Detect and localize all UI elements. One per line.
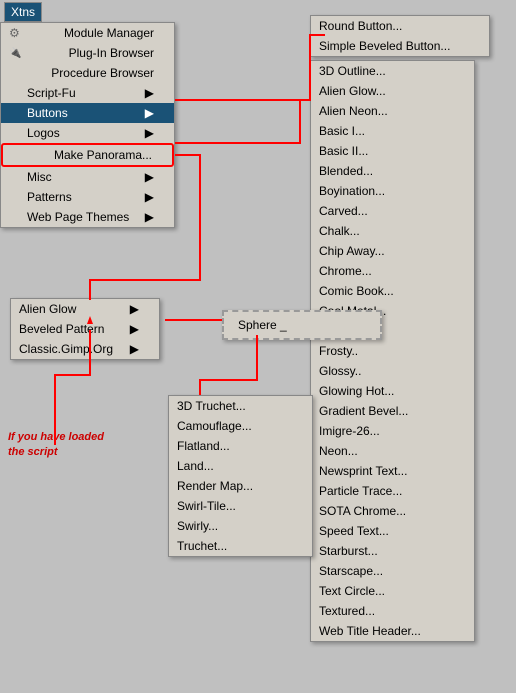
comic-book-item[interactable]: Comic Book...: [311, 281, 474, 301]
swirly-item[interactable]: Swirly...: [169, 516, 312, 536]
buttons-arrow: ▶: [145, 106, 154, 120]
chrome-item[interactable]: Chrome...: [311, 261, 474, 281]
beveled-pattern-item[interactable]: Beveled Pattern ▶: [11, 319, 159, 339]
speed-text-item[interactable]: Speed Text...: [311, 521, 474, 541]
annotation-text: If you have loaded the script: [8, 430, 104, 461]
buttons-submenu: Round Button... Simple Beveled Button...: [310, 15, 490, 57]
starscape-item[interactable]: Starscape...: [311, 561, 474, 581]
classic-gimp-org-arrow: ▶: [130, 342, 139, 356]
web-page-themes-arrow: ▶: [145, 210, 154, 224]
glossy-item[interactable]: Glossy..: [311, 361, 474, 381]
chip-away-item[interactable]: Chip Away...: [311, 241, 474, 261]
misc-item[interactable]: Misc ▶: [1, 167, 174, 187]
basic-i-item[interactable]: Basic I...: [311, 121, 474, 141]
web-title-header-item[interactable]: Web Title Header...: [311, 621, 474, 641]
sota-chrome-item[interactable]: SOTA Chrome...: [311, 501, 474, 521]
render-map-item[interactable]: Render Map...: [169, 476, 312, 496]
basic-ii-item[interactable]: Basic II...: [311, 141, 474, 161]
alien-glow-sub-item[interactable]: Alien Glow ▶: [11, 299, 159, 319]
swirl-tile-item[interactable]: Swirl-Tile...: [169, 496, 312, 516]
neon-item[interactable]: Neon...: [311, 441, 474, 461]
classic-gimp-org-item[interactable]: Classic.Gimp.Org ▶: [11, 339, 159, 359]
procedure-browser-item[interactable]: Procedure Browser: [1, 63, 174, 83]
beveled-pattern-arrow: ▶: [130, 322, 139, 336]
alien-glow-item[interactable]: Alien Glow...: [311, 81, 474, 101]
sphere-button[interactable]: Sphere _: [224, 312, 301, 338]
misc-arrow: ▶: [145, 170, 154, 184]
imigre-26-item[interactable]: Imigre-26...: [311, 421, 474, 441]
sphere-button-container: Sphere _: [222, 310, 382, 340]
carved-item[interactable]: Carved...: [311, 201, 474, 221]
logos-item[interactable]: Logos ▶: [1, 123, 174, 143]
land-item[interactable]: Land...: [169, 456, 312, 476]
make-panorama-item[interactable]: Make Panorama...: [1, 143, 174, 167]
glowing-hot-item[interactable]: Glowing Hot...: [311, 381, 474, 401]
round-button-item[interactable]: Round Button...: [311, 16, 489, 36]
xtns-menu[interactable]: Xtns: [4, 2, 42, 22]
textured-item[interactable]: Textured...: [311, 601, 474, 621]
gradient-bevel-item[interactable]: Gradient Bevel...: [311, 401, 474, 421]
module-manager-icon: ⚙: [9, 26, 27, 40]
3d-truchet-item[interactable]: 3D Truchet...: [169, 396, 312, 416]
boyination-item[interactable]: Boyination...: [311, 181, 474, 201]
chalk-item[interactable]: Chalk...: [311, 221, 474, 241]
main-dropdown: ⚙ Module Manager 🔌 Plug-In Browser Proce…: [0, 22, 175, 228]
scripts-menu: 3D Outline... Alien Glow... Alien Neon..…: [310, 60, 475, 642]
particle-trace-item[interactable]: Particle Trace...: [311, 481, 474, 501]
blended-item[interactable]: Blended...: [311, 161, 474, 181]
simple-beveled-button-item[interactable]: Simple Beveled Button...: [311, 36, 489, 56]
script-fu-arrow: ▶: [145, 86, 154, 100]
3d-outline-item[interactable]: 3D Outline...: [311, 61, 474, 81]
plugin-browser-item[interactable]: 🔌 Plug-In Browser: [1, 43, 174, 63]
starburst-item[interactable]: Starburst...: [311, 541, 474, 561]
newsprint-text-item[interactable]: Newsprint Text...: [311, 461, 474, 481]
buttons-item[interactable]: Buttons ▶: [1, 103, 174, 123]
patterns-arrow: ▶: [145, 190, 154, 204]
misc-submenu: 3D Truchet... Camouflage... Flatland... …: [168, 395, 313, 557]
plugin-browser-icon: 🔌: [9, 48, 27, 59]
patterns-item[interactable]: Patterns ▶: [1, 187, 174, 207]
alien-neon-item[interactable]: Alien Neon...: [311, 101, 474, 121]
camouflage-item[interactable]: Camouflage...: [169, 416, 312, 436]
logos-arrow: ▶: [145, 126, 154, 140]
script-fu-item[interactable]: Script-Fu ▶: [1, 83, 174, 103]
flatland-item[interactable]: Flatland...: [169, 436, 312, 456]
alien-glow-arrow: ▶: [130, 302, 139, 316]
frosty-item[interactable]: Frosty..: [311, 341, 474, 361]
alien-submenu: Alien Glow ▶ Beveled Pattern ▶ Classic.G…: [10, 298, 160, 360]
truchet-item[interactable]: Truchet...: [169, 536, 312, 556]
text-circle-item[interactable]: Text Circle...: [311, 581, 474, 601]
module-manager-item[interactable]: ⚙ Module Manager: [1, 23, 174, 43]
web-page-themes-item[interactable]: Web Page Themes ▶: [1, 207, 174, 227]
